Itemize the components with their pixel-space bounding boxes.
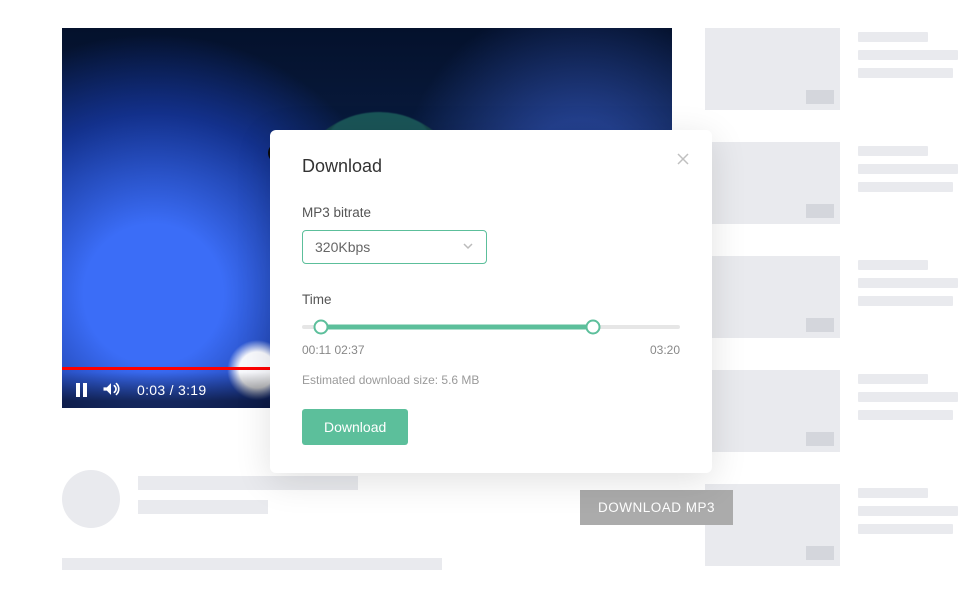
bitrate-label: MP3 bitrate	[302, 205, 680, 220]
download-modal: Download MP3 bitrate 320Kbps Time 00:11 …	[270, 130, 712, 473]
time-range-end: 03:20	[650, 343, 680, 357]
estimated-size: Estimated download size: 5.6 MB	[302, 373, 680, 387]
bitrate-value: 320Kbps	[315, 239, 370, 255]
thumbnail-lines	[858, 370, 970, 452]
thumbnail-lines	[858, 28, 970, 110]
thumbnail-image	[705, 142, 840, 224]
thumbnail-image	[705, 28, 840, 110]
thumbnail-item[interactable]	[705, 142, 970, 224]
thumbnail-item[interactable]	[705, 370, 970, 452]
thumbnail-item[interactable]	[705, 28, 970, 110]
thumbnail-image	[705, 256, 840, 338]
video-time: 0:03 / 3:19	[137, 382, 206, 398]
download-mp3-button[interactable]: DOWNLOAD MP3	[580, 490, 733, 525]
time-label: Time	[302, 292, 680, 307]
thumbnail-image	[705, 370, 840, 452]
download-button[interactable]: Download	[302, 409, 408, 445]
time-range-start: 00:11 02:37	[302, 343, 365, 357]
thumbnail-item[interactable]	[705, 256, 970, 338]
thumbnail-lines	[858, 142, 970, 224]
thumbnail-item[interactable]	[705, 484, 970, 566]
bitrate-select[interactable]: 320Kbps	[302, 230, 487, 264]
volume-icon[interactable]	[101, 379, 121, 402]
channel-avatar[interactable]	[62, 470, 120, 528]
slider-handle-end[interactable]	[586, 320, 601, 335]
pause-icon[interactable]	[76, 383, 87, 397]
sidebar-thumbnails	[705, 28, 970, 566]
thumbnail-lines	[858, 484, 970, 566]
chevron-down-icon	[462, 239, 474, 255]
modal-title: Download	[302, 156, 680, 177]
channel-title-placeholder	[138, 476, 358, 490]
slider-handle-start[interactable]	[313, 320, 328, 335]
slider-track	[321, 325, 593, 330]
description-placeholder	[62, 558, 442, 570]
channel-meta	[62, 470, 358, 528]
time-slider[interactable]	[302, 317, 680, 337]
thumbnail-lines	[858, 256, 970, 338]
channel-subtitle-placeholder	[138, 500, 268, 514]
close-icon[interactable]	[676, 152, 690, 171]
